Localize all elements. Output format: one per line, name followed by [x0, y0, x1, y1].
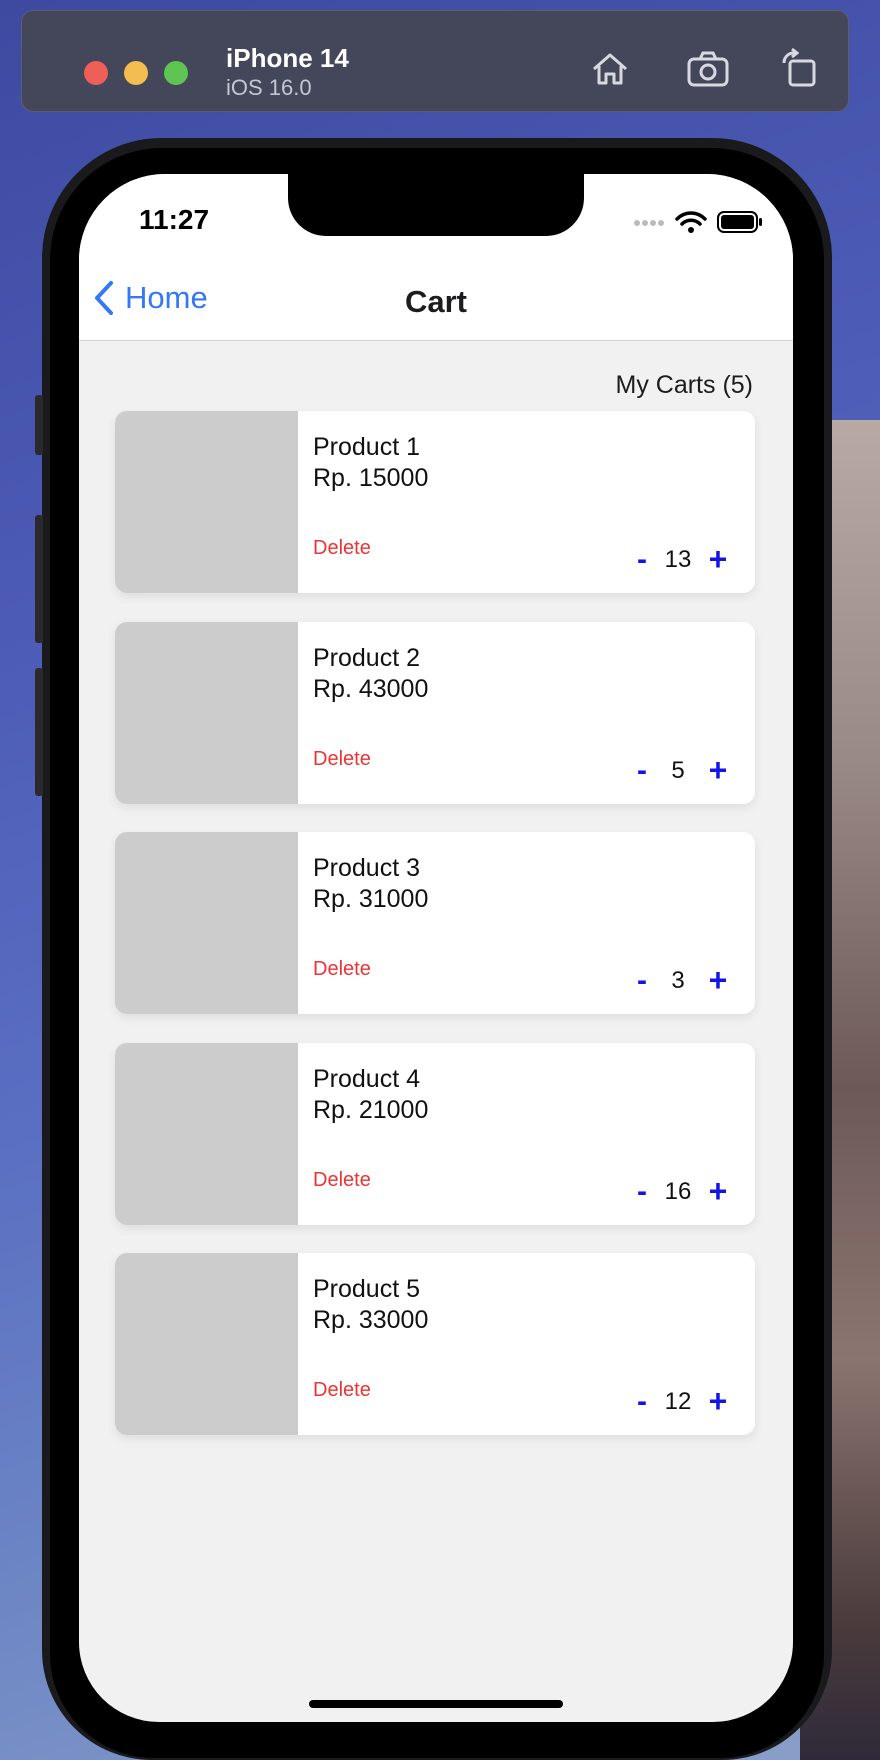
product-image: [115, 1253, 298, 1435]
increment-button[interactable]: +: [703, 541, 733, 578]
product-image: [115, 411, 298, 593]
product-image: [115, 1043, 298, 1225]
product-name: Product 5: [313, 1275, 421, 1303]
silent-switch: [35, 395, 43, 455]
increment-button[interactable]: +: [703, 1173, 733, 1210]
quantity-stepper: - 12 +: [631, 1383, 733, 1420]
product-price: Rp. 43000: [313, 675, 429, 703]
decrement-button[interactable]: -: [631, 964, 653, 998]
home-icon[interactable]: [588, 47, 632, 91]
status-time: 11:27: [139, 204, 210, 235]
minimize-window-button[interactable]: [124, 61, 148, 85]
volume-down-button: [35, 668, 43, 796]
quantity-stepper: - 16 +: [631, 1173, 733, 1210]
quantity-value: 13: [664, 545, 692, 573]
notch: [288, 174, 584, 236]
increment-button[interactable]: +: [703, 1383, 733, 1420]
navigation-bar: Home Cart: [79, 262, 793, 341]
product-name: Product 2: [313, 644, 421, 672]
delete-button[interactable]: Delete: [313, 1169, 371, 1192]
phone-screen: 11:27 Home Cart My Carts (5) Product 1 R…: [79, 174, 793, 1722]
delete-button[interactable]: Delete: [313, 537, 371, 560]
simulator-toolbar: iPhone 14 iOS 16.0: [21, 10, 849, 112]
battery-icon: [717, 211, 762, 233]
increment-button[interactable]: +: [703, 962, 733, 999]
status-icons: [633, 210, 763, 234]
device-os-version: iOS 16.0: [226, 75, 312, 100]
wifi-icon: [675, 211, 707, 233]
rotate-icon[interactable]: [778, 47, 822, 91]
quantity-value: 16: [664, 1177, 692, 1205]
quantity-stepper: - 5 +: [631, 752, 733, 789]
product-price: Rp. 33000: [313, 1306, 429, 1334]
delete-button[interactable]: Delete: [313, 748, 371, 771]
signal-icon: [634, 220, 664, 226]
decrement-button[interactable]: -: [631, 1385, 653, 1419]
close-window-button[interactable]: [84, 61, 108, 85]
product-image: [115, 832, 298, 1014]
home-indicator[interactable]: [309, 1700, 563, 1708]
cart-item: Product 5 Rp. 33000 Delete - 12 +: [115, 1253, 755, 1435]
increment-button[interactable]: +: [703, 752, 733, 789]
decrement-button[interactable]: -: [631, 1175, 653, 1209]
volume-up-button: [35, 515, 43, 643]
product-price: Rp. 21000: [313, 1096, 429, 1124]
product-price: Rp. 31000: [313, 885, 429, 913]
cart-item: Product 4 Rp. 21000 Delete - 16 +: [115, 1043, 755, 1225]
cart-item: Product 1 Rp. 15000 Delete - 13 +: [115, 411, 755, 593]
quantity-value: 5: [671, 756, 685, 784]
cart-item: Product 2 Rp. 43000 Delete - 5 +: [115, 622, 755, 804]
delete-button[interactable]: Delete: [313, 958, 371, 981]
status-bar: 11:27: [79, 174, 793, 262]
screenshot-icon[interactable]: [686, 47, 730, 91]
device-name: iPhone 14: [226, 43, 349, 73]
zoom-window-button[interactable]: [164, 61, 188, 85]
product-name: Product 4: [313, 1065, 421, 1093]
quantity-stepper: - 13 +: [631, 541, 733, 578]
quantity-stepper: - 3 +: [631, 962, 733, 999]
delete-button[interactable]: Delete: [313, 1379, 371, 1402]
product-image: [115, 622, 298, 804]
decrement-button[interactable]: -: [631, 543, 653, 577]
page-title: Cart: [404, 284, 467, 319]
cart-count-label: My Carts (5): [615, 371, 754, 399]
cart-item: Product 3 Rp. 31000 Delete - 3 +: [115, 832, 755, 1014]
decrement-button[interactable]: -: [631, 754, 653, 788]
quantity-value: 12: [664, 1387, 692, 1415]
product-name: Product 3: [313, 854, 421, 882]
product-price: Rp. 15000: [313, 464, 429, 492]
product-name: Product 1: [313, 433, 421, 461]
quantity-value: 3: [671, 966, 685, 994]
